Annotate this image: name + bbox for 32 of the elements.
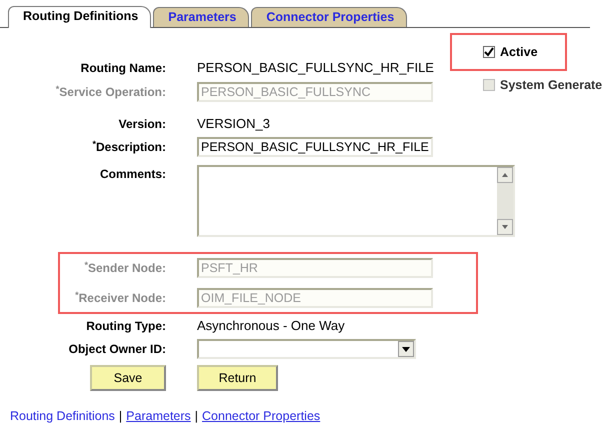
field-label: Routing Name: <box>80 60 166 77</box>
input-field[interactable]: PERSON_BASIC_FULLSYNC_HR_FILE <box>197 137 433 157</box>
scroll-up-icon[interactable] <box>497 167 513 183</box>
tab[interactable]: Connector Properties <box>251 7 408 27</box>
footer-link[interactable]: Routing Definitions <box>10 407 115 424</box>
dropdown-field[interactable] <box>197 339 416 359</box>
field-label: $^{*}$Receiver Node: <box>74 289 166 307</box>
field-label: $^{*}$Service Operation: <box>54 83 166 101</box>
tab[interactable]: Parameters <box>153 7 250 27</box>
field-label: Routing Type: <box>85 318 166 335</box>
field-value: Asynchronous - One Way <box>197 317 345 336</box>
save-button[interactable]: Save <box>90 365 166 391</box>
field-label: Version: <box>118 116 166 133</box>
field-label: Comments: <box>98 166 166 183</box>
field-label: Object Owner ID: <box>68 341 166 358</box>
checkbox[interactable] <box>483 46 495 58</box>
field-value: VERSION_3 <box>197 115 270 134</box>
return-button[interactable]: Return <box>197 365 278 391</box>
tab[interactable]: Routing Definitions <box>8 6 152 28</box>
footer-link[interactable]: Parameters <box>126 407 191 424</box>
caret-icon[interactable] <box>398 341 414 357</box>
separator: | <box>118 408 122 424</box>
separator: | <box>194 408 198 424</box>
comments-field[interactable] <box>197 165 515 237</box>
footer-link[interactable]: Connector Properties <box>202 407 320 424</box>
scroll-down-icon[interactable] <box>497 219 513 235</box>
scrollbar[interactable] <box>497 167 513 235</box>
checkbox-label: System Generate <box>500 77 602 94</box>
field-value: PERSON_BASIC_FULLSYNC_HR_FILE <box>197 59 434 77</box>
checkbox-label: Active <box>500 44 538 61</box>
field-label: $^{*}$Sender Node: <box>83 259 166 277</box>
field-label: $^{*}$Description: <box>91 138 166 156</box>
